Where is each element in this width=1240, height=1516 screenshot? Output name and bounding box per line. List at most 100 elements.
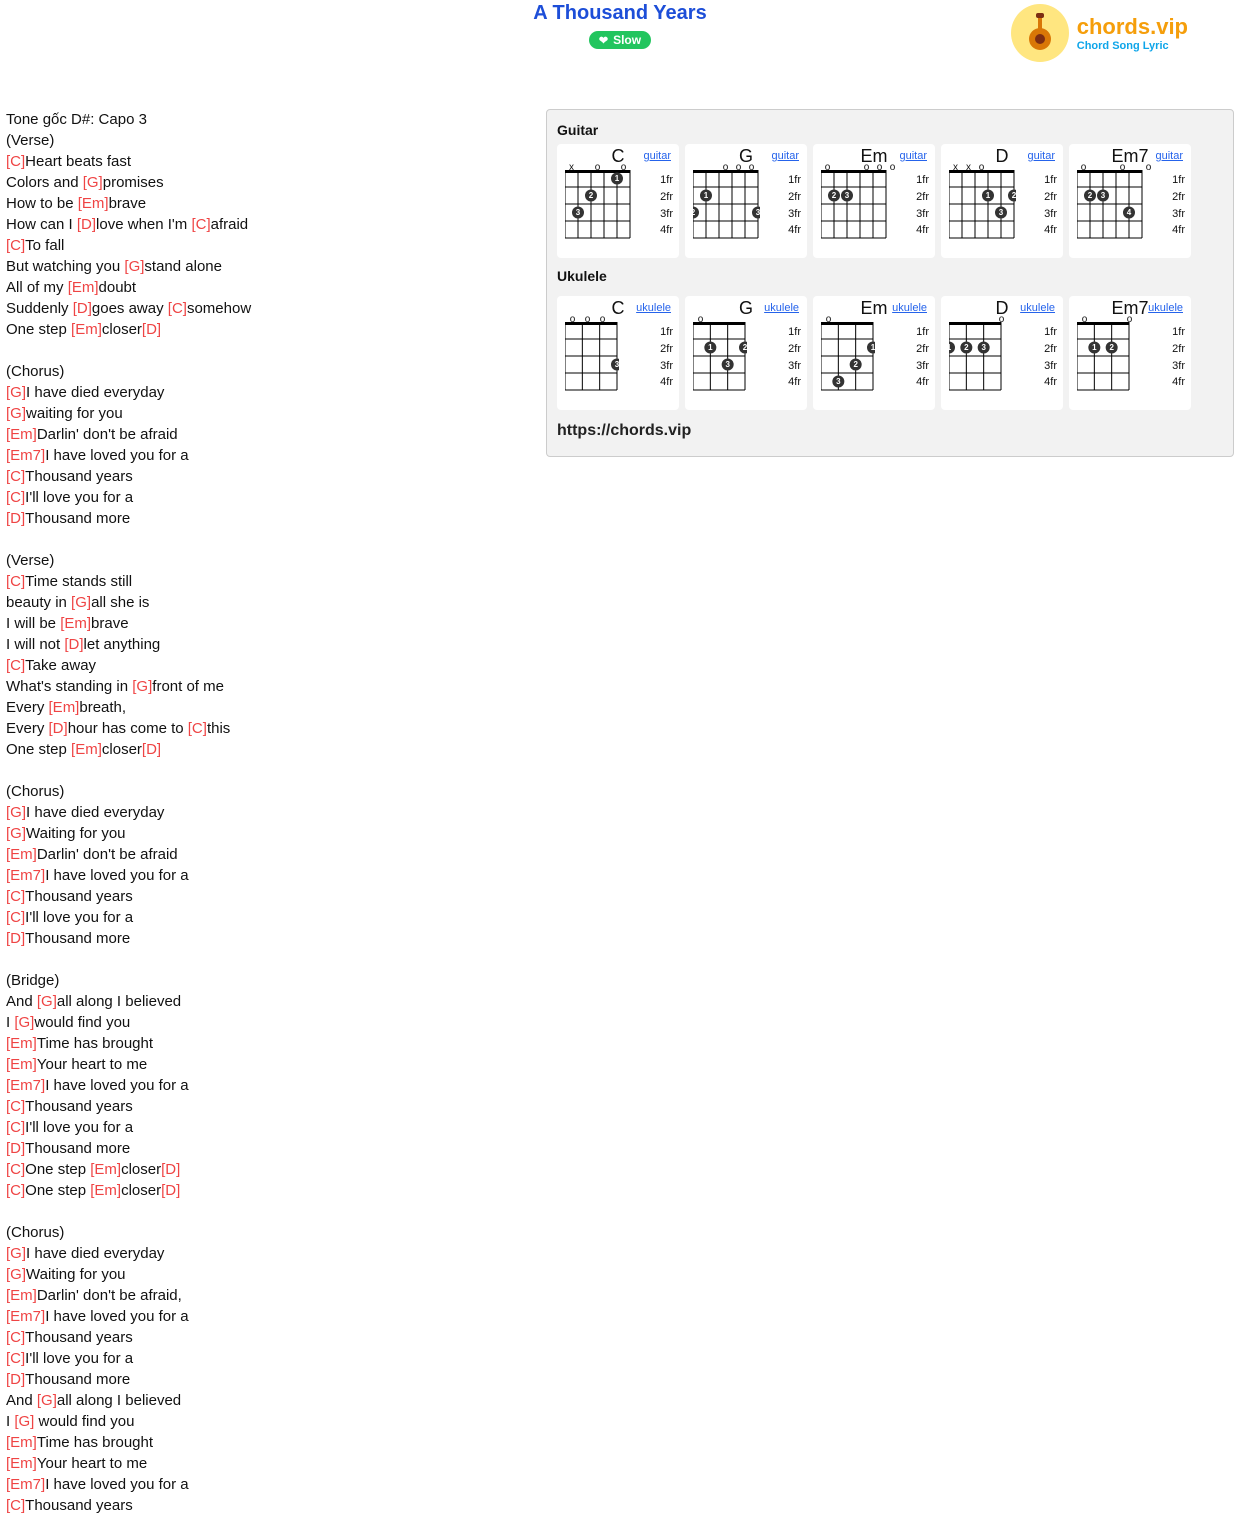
chord-diagram-em7-ukulele[interactable]: Em7ukuleleoo121fr2fr3fr4fr — [1069, 296, 1191, 410]
chord-token[interactable]: [Em7] — [6, 867, 45, 884]
chord-token[interactable]: [G] — [83, 174, 103, 191]
chord-token[interactable]: [C] — [6, 1350, 25, 1367]
instrument-link[interactable]: guitar — [643, 150, 671, 162]
chord-diagram-g-ukulele[interactable]: Gukuleleo1231fr2fr3fr4fr — [685, 296, 807, 410]
chord-token[interactable]: [C] — [6, 1497, 25, 1514]
chord-token[interactable]: [C] — [6, 468, 25, 485]
svg-text:2: 2 — [964, 343, 969, 352]
chord-token[interactable]: [C] — [6, 1182, 25, 1199]
svg-text:3: 3 — [836, 377, 841, 386]
chord-token[interactable]: [Em7] — [6, 1476, 45, 1493]
chord-token[interactable]: [Em] — [6, 1455, 37, 1472]
chord-token[interactable]: [C] — [6, 1119, 25, 1136]
chord-diagram-c-guitar[interactable]: Cguitarxoo1231fr2fr3fr4fr — [557, 144, 679, 258]
chord-token[interactable]: [G] — [6, 825, 26, 842]
instrument-link[interactable]: guitar — [771, 150, 799, 162]
chord-token[interactable]: [D] — [161, 1182, 180, 1199]
chord-token[interactable]: [D] — [64, 636, 83, 653]
chord-token[interactable]: [Em] — [71, 741, 102, 758]
chord-token[interactable]: [Em] — [60, 615, 91, 632]
chord-token[interactable]: [D] — [142, 321, 161, 338]
chord-token[interactable]: [D] — [6, 510, 25, 527]
chord-token[interactable]: [D] — [77, 216, 96, 233]
guitar-icon — [1011, 4, 1069, 62]
chord-diagram-em-ukulele[interactable]: Emukuleleo1231fr2fr3fr4fr — [813, 296, 935, 410]
chord-token[interactable]: [D] — [49, 720, 68, 737]
chord-token[interactable]: [G] — [6, 1266, 26, 1283]
chord-token[interactable]: [C] — [6, 1161, 25, 1178]
chord-token[interactable]: [G] — [71, 594, 91, 611]
lyric-text: all she is — [91, 594, 149, 611]
chord-token[interactable]: [Em] — [6, 1035, 37, 1052]
chord-token[interactable]: [Em] — [90, 1161, 121, 1178]
chord-token[interactable]: [Em] — [6, 1287, 37, 1304]
instrument-link[interactable]: ukulele — [892, 302, 927, 314]
chord-token[interactable]: [C] — [6, 657, 25, 674]
chord-token[interactable]: [Em] — [6, 1434, 37, 1451]
instrument-link[interactable]: ukulele — [764, 302, 799, 314]
chord-token[interactable]: [Em] — [6, 426, 37, 443]
chord-token[interactable]: [D] — [142, 741, 161, 758]
chord-token[interactable]: [Em] — [71, 321, 102, 338]
chord-token[interactable]: [G] — [6, 1245, 26, 1262]
chord-token[interactable]: [Em] — [6, 1056, 37, 1073]
instrument-link[interactable]: ukulele — [1020, 302, 1055, 314]
svg-text:3: 3 — [615, 360, 619, 369]
ukulele-section-title: Ukulele — [557, 268, 1223, 284]
chord-token[interactable]: [G] — [37, 1392, 57, 1409]
chord-token[interactable]: [Em] — [78, 195, 109, 212]
chord-diagram-em7-guitar[interactable]: Em7guitarooo2341fr2fr3fr4fr — [1069, 144, 1191, 258]
svg-text:2: 2 — [589, 191, 594, 200]
lyric-line: All of my [Em]doubt — [6, 277, 536, 298]
chord-token[interactable]: [C] — [6, 1329, 25, 1346]
chord-token[interactable]: [C] — [6, 573, 25, 590]
chord-diagram-c-ukulele[interactable]: Cukuleleooo31fr2fr3fr4fr — [557, 296, 679, 410]
lyric-text: hour has come to — [68, 720, 188, 737]
chord-token[interactable]: [C] — [168, 300, 187, 317]
chord-token[interactable]: [G] — [14, 1014, 34, 1031]
chord-token[interactable]: [C] — [6, 1098, 25, 1115]
chord-token[interactable]: [C] — [6, 909, 25, 926]
chord-token[interactable]: [D] — [161, 1161, 180, 1178]
chord-token[interactable]: [Em] — [6, 846, 37, 863]
chord-token[interactable]: [C] — [6, 237, 25, 254]
instrument-link[interactable]: ukulele — [1148, 302, 1183, 314]
chord-token[interactable]: [G] — [37, 993, 57, 1010]
chord-token[interactable]: [C] — [6, 888, 25, 905]
chord-diagram-g-guitar[interactable]: Gguitarooo1231fr2fr3fr4fr — [685, 144, 807, 258]
chord-token[interactable]: [Em7] — [6, 1077, 45, 1094]
chord-token[interactable]: [G] — [132, 678, 152, 695]
tempo-badge[interactable]: ❤ Slow — [589, 31, 651, 49]
chord-diagram-em-guitar[interactable]: Emguitaroooo231fr2fr3fr4fr — [813, 144, 935, 258]
chord-diagram-d-guitar[interactable]: Dguitarxxo1231fr2fr3fr4fr — [941, 144, 1063, 258]
chord-token[interactable]: [G] — [6, 405, 26, 422]
chord-token[interactable]: [D] — [6, 930, 25, 947]
chord-token[interactable]: [G] — [6, 384, 26, 401]
site-logo[interactable]: chords.vip Chord Song Lyric — [1011, 4, 1188, 62]
lyric-line: [C]One step [Em]closer[D] — [6, 1159, 536, 1180]
chord-token[interactable]: [G] — [124, 258, 144, 275]
instrument-link[interactable]: ukulele — [636, 302, 671, 314]
instrument-link[interactable]: guitar — [899, 150, 927, 162]
chord-token[interactable]: [Em] — [49, 699, 80, 716]
chord-token[interactable]: [Em7] — [6, 447, 45, 464]
chord-token[interactable]: [G] — [6, 804, 26, 821]
chord-token[interactable]: [G] — [14, 1413, 34, 1430]
instrument-link[interactable]: guitar — [1027, 150, 1055, 162]
chord-diagram-d-ukulele[interactable]: Dukuleleo1231fr2fr3fr4fr — [941, 296, 1063, 410]
chord-token[interactable]: [D] — [6, 1140, 25, 1157]
instrument-link[interactable]: guitar — [1155, 150, 1183, 162]
chord-token[interactable]: [D] — [6, 1371, 25, 1388]
chord-token[interactable]: [C] — [191, 216, 210, 233]
chord-token[interactable]: [Em] — [90, 1182, 121, 1199]
chord-token[interactable]: [Em7] — [6, 1308, 45, 1325]
chord-token[interactable]: [C] — [6, 153, 25, 170]
chord-token[interactable]: [C] — [6, 489, 25, 506]
chord-token[interactable]: [C] — [188, 720, 207, 737]
lyric-text: Thousand more — [25, 1371, 130, 1388]
chord-token[interactable]: [Em] — [68, 279, 99, 296]
chord-token[interactable]: [D] — [73, 300, 92, 317]
svg-text:3: 3 — [756, 208, 760, 217]
site-url[interactable]: https://chords.vip — [557, 422, 1223, 440]
lyric-text: To fall — [25, 237, 64, 254]
